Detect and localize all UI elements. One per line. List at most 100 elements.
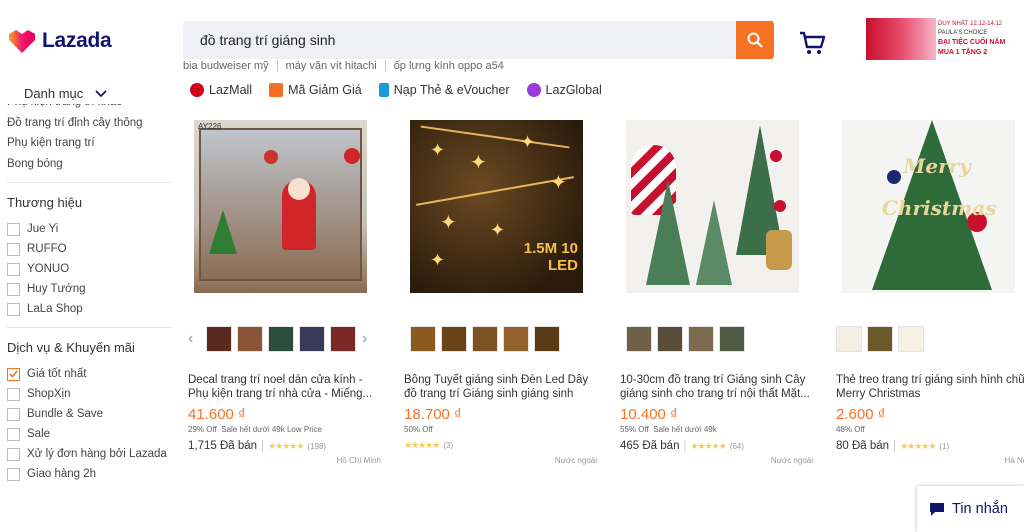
service-filter-option[interactable]: Sale [7, 424, 172, 444]
product-thumbnail[interactable] [410, 326, 436, 352]
rating-stars: ★★★★★ [404, 440, 440, 450]
checkbox[interactable] [7, 407, 20, 421]
suggestion-link[interactable]: bia budweiser mỹ [183, 60, 277, 72]
service-filter-option[interactable]: Giá tốt nhất [7, 364, 172, 384]
nav-lazglobal[interactable]: LazGlobal [526, 83, 602, 97]
service-filter-option[interactable]: Giao hàng 2h [7, 464, 172, 484]
checkbox[interactable] [7, 242, 20, 256]
checkbox[interactable] [7, 467, 20, 481]
product-price: 10.400 ₫ [620, 406, 678, 423]
product-image[interactable]: ✦ ✦ ✦ ✦ ✦ ✦ ✦ 1.5M 10 LED [410, 120, 583, 293]
nav-label: Mã Giảm Giá [288, 83, 362, 97]
product-title[interactable]: 10-30cm đồ trang trí Giáng sinh Cây gián… [620, 373, 810, 401]
checkbox-checked[interactable] [7, 367, 20, 381]
search-button[interactable] [736, 21, 774, 59]
chevron-right-icon[interactable]: › [362, 330, 367, 348]
checkbox[interactable] [7, 387, 20, 401]
rating-count: (198) [307, 441, 327, 451]
checkbox[interactable] [7, 302, 20, 316]
category-link[interactable]: Đồ trang trí đỉnh cây thông [7, 113, 172, 134]
brand-filter-option[interactable]: LaLa Shop [7, 299, 172, 319]
service-filter-option[interactable]: Xử lý đơn hàng bởi Lazada [7, 444, 172, 464]
search-input[interactable]: đồ trang trí giáng sinh [183, 32, 736, 48]
product-thumbnail[interactable] [268, 326, 294, 352]
brand-filter-option[interactable]: YONUO [7, 259, 172, 279]
product-title[interactable]: Bông Tuyết giáng sinh Đèn Led Dây đồ tra… [404, 373, 594, 401]
category-link[interactable]: Phụ kiện trang trí khác [7, 104, 172, 113]
lazada-logo[interactable]: Lazada [8, 28, 112, 54]
category-link[interactable]: Phụ kiện trang trí [7, 133, 172, 154]
service-filter-label: Giá tốt nhất [27, 368, 87, 380]
product-thumbnail[interactable] [719, 326, 745, 352]
product-sales: 465 Đã bán | ★★★★★ (64) [620, 440, 745, 452]
checkbox[interactable] [7, 222, 20, 236]
nav-topup[interactable]: Nạp Thẻ & eVoucher [378, 83, 510, 97]
product-thumbnail[interactable] [472, 326, 498, 352]
brand-filter-label: Jue Yi [27, 223, 59, 235]
product-thumbnail[interactable] [299, 326, 325, 352]
product-image[interactable]: Merry Christmas [842, 120, 1015, 293]
brand-filter-option[interactable]: Jue Yi [7, 219, 172, 239]
suggestion-link[interactable]: máy vặn vít hitachi [276, 60, 385, 72]
sold-count: 80 Đã bán [836, 440, 890, 452]
product-price: 2.600 ₫ [836, 406, 886, 423]
search-icon [747, 32, 763, 48]
checkbox[interactable] [7, 447, 20, 461]
product-thumbnail[interactable] [237, 326, 263, 352]
product-price: 41.600 ₫ [188, 406, 246, 423]
product-thumbnail[interactable] [503, 326, 529, 352]
nav-label: LazMall [209, 83, 253, 97]
product-discount: 48% Off [836, 425, 865, 434]
service-filter-option[interactable]: Bundle & Save [7, 404, 172, 424]
discount-label: 29% Off [188, 425, 217, 434]
chat-icon [930, 502, 944, 516]
rating-count: (1) [939, 441, 950, 451]
cart-icon[interactable] [798, 30, 826, 56]
promo-tags: Sale hết dưới 49k Low Price [221, 425, 323, 434]
product-title[interactable]: Thẻ treo trang trí giáng sinh hình chữ M… [836, 373, 1024, 401]
service-filter-option[interactable]: ShopXịn [7, 384, 172, 404]
checkbox[interactable] [7, 427, 20, 441]
product-thumbnail[interactable] [534, 326, 560, 352]
service-filter-label: Sale [27, 428, 51, 440]
checkbox[interactable] [7, 282, 20, 296]
product-image[interactable] [626, 120, 799, 293]
product-title[interactable]: Decal trang trí noel dán cửa kính - Phụ … [188, 373, 378, 401]
brand-filter-option[interactable]: RUFFO [7, 239, 172, 259]
brand-filter-option[interactable]: Huy Tướng [7, 279, 172, 299]
nav-lazmall[interactable]: LazMall [190, 83, 252, 97]
chat-label: Tin nhắn [952, 501, 1008, 517]
product-thumbnail[interactable] [688, 326, 714, 352]
category-dropdown[interactable]: Danh mục [24, 86, 107, 101]
category-link[interactable]: Bong bóng [7, 154, 172, 175]
rating-count: (64) [729, 441, 745, 451]
product-thumbnail[interactable] [626, 326, 652, 352]
product-thumbnail[interactable] [898, 326, 924, 352]
discount-label: 48% Off [836, 425, 865, 434]
product-thumbnail[interactable] [836, 326, 862, 352]
divider [7, 182, 172, 183]
discount-label: 50% Off [404, 425, 433, 434]
product-thumbnail[interactable] [206, 326, 232, 352]
search-bar[interactable]: đồ trang trí giáng sinh [183, 21, 774, 59]
promo-products-image [866, 18, 936, 60]
chevron-left-icon[interactable]: ‹ [188, 330, 193, 348]
brand-filter-label: YONUO [27, 263, 70, 275]
product-thumbnail[interactable] [441, 326, 467, 352]
nav-voucher[interactable]: Mã Giảm Giá [269, 83, 362, 97]
product-thumbnail[interactable] [330, 326, 356, 352]
product-discount: 29% Off Sale hết dưới 49k Low Price [188, 425, 322, 434]
product-thumbnail[interactable] [867, 326, 893, 352]
promo-banner[interactable]: DUY NHẤT 12.12-14.12 PAULA'S CHOICE ĐẠI … [866, 18, 1021, 60]
nav-label: Nạp Thẻ & eVoucher [393, 83, 510, 97]
product-thumbnail[interactable] [657, 326, 683, 352]
divider [7, 327, 172, 328]
product-image[interactable]: AY226 [194, 120, 367, 293]
discount-label: 55% Off [620, 425, 649, 434]
service-filter-label: Xử lý đơn hàng bởi Lazada [27, 448, 167, 460]
chat-button[interactable]: Tin nhắn [917, 486, 1024, 532]
checkbox[interactable] [7, 262, 20, 276]
product-location: Hà Nội [1004, 456, 1024, 465]
checkmark-icon [9, 370, 18, 378]
suggestion-link[interactable]: ốp lưng kính oppo a54 [384, 60, 512, 72]
